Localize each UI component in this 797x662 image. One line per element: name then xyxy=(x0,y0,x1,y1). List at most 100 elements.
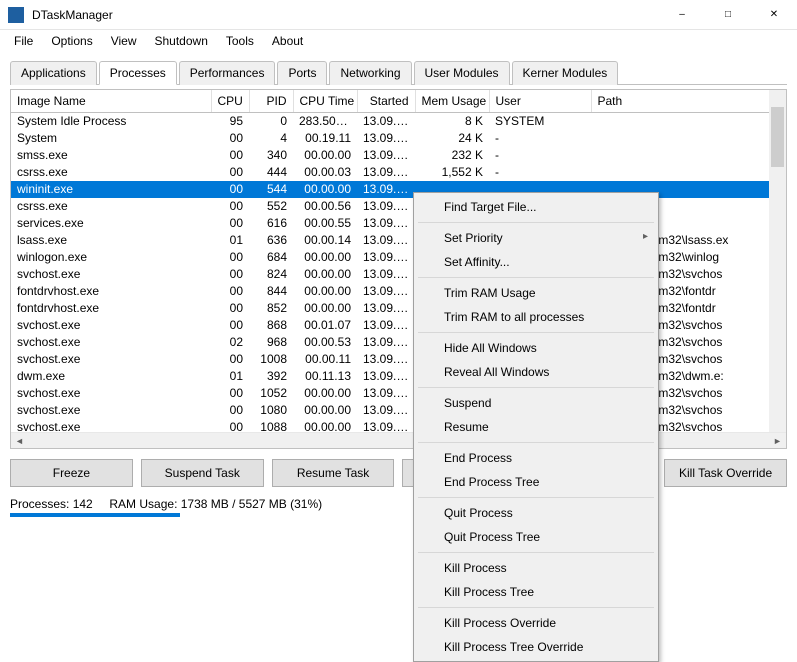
context-menu-item[interactable]: Kill Process Tree xyxy=(416,580,656,604)
column-header[interactable]: Path xyxy=(591,90,786,113)
table-cell: 00.00.00 xyxy=(293,300,357,317)
table-cell xyxy=(591,164,786,181)
table-row[interactable]: services.exe0061600.00.5513.09.50 xyxy=(11,215,786,232)
kill-task-override-button[interactable]: Kill Task Override xyxy=(664,459,787,487)
table-row[interactable]: svchost.exe00108800.00.0013.09.51dows\Sy… xyxy=(11,419,786,433)
table-cell: 00 xyxy=(211,164,249,181)
table-cell: 544 xyxy=(249,181,293,198)
table-cell: 02 xyxy=(211,334,249,351)
tab-performances[interactable]: Performances xyxy=(179,61,276,85)
table-row[interactable]: fontdrvhost.exe0084400.00.0013.09.50dows… xyxy=(11,283,786,300)
tab-networking[interactable]: Networking xyxy=(329,61,411,85)
scroll-left-icon[interactable]: ◄ xyxy=(11,433,28,450)
context-menu-item[interactable]: Hide All Windows xyxy=(416,336,656,360)
context-menu-item[interactable]: Set Affinity... xyxy=(416,250,656,274)
table-cell: 1052 xyxy=(249,385,293,402)
close-button[interactable]: ✕ xyxy=(751,0,797,30)
horizontal-scrollbar[interactable]: ◄ ► xyxy=(11,432,786,449)
table-row[interactable]: wininit.exe0054400.00.0013.09.50 xyxy=(11,181,786,198)
app-icon xyxy=(8,7,24,23)
table-cell: 00.00.55 xyxy=(293,215,357,232)
table-cell: svchost.exe xyxy=(11,266,211,283)
context-menu-item[interactable]: Kill Process Tree Override xyxy=(416,635,656,659)
context-menu-item[interactable]: End Process xyxy=(416,446,656,470)
table-row[interactable]: fontdrvhost.exe0085200.00.0013.09.50dows… xyxy=(11,300,786,317)
table-cell: 00 xyxy=(211,385,249,402)
table-cell: smss.exe xyxy=(11,147,211,164)
context-menu-item[interactable]: Suspend xyxy=(416,391,656,415)
menu-separator xyxy=(418,277,654,278)
scroll-right-icon[interactable]: ► xyxy=(769,433,786,450)
table-cell: 13.09.50 xyxy=(357,334,415,351)
table-row[interactable]: smss.exe0034000.00.0013.09.47232 K- xyxy=(11,147,786,164)
table-row[interactable]: svchost.exe0082400.00.0013.09.50dows\Sys… xyxy=(11,266,786,283)
status-processes: Processes: 142 xyxy=(10,497,93,511)
table-cell: 444 xyxy=(249,164,293,181)
tab-ports[interactable]: Ports xyxy=(277,61,327,85)
table-row[interactable]: System00400.19.1113.09.4524 K- xyxy=(11,130,786,147)
context-menu-item[interactable]: Set Priority xyxy=(416,226,656,250)
menu-about[interactable]: About xyxy=(264,32,311,50)
menu-separator xyxy=(418,497,654,498)
table-row[interactable]: svchost.exe0296800.00.5313.09.50dows\Sys… xyxy=(11,334,786,351)
column-header[interactable]: CPU xyxy=(211,90,249,113)
tab-kerner-modules[interactable]: Kerner Modules xyxy=(512,61,619,85)
context-menu-item[interactable]: Find Target File... xyxy=(416,195,656,219)
column-header[interactable]: PID xyxy=(249,90,293,113)
context-menu-item[interactable]: Reveal All Windows xyxy=(416,360,656,384)
table-cell: 13.09.49 xyxy=(357,164,415,181)
table-cell: System Idle Process xyxy=(11,113,211,130)
table-cell: 00.00.11 xyxy=(293,351,357,368)
table-row[interactable]: svchost.exe0086800.01.0713.09.50dows\Sys… xyxy=(11,317,786,334)
table-row[interactable]: csrss.exe0055200.00.5613.09.50 xyxy=(11,198,786,215)
table-row[interactable]: dwm.exe0139200.11.1313.09.50dows\System3… xyxy=(11,368,786,385)
window-title: DTaskManager xyxy=(32,8,659,22)
context-menu-item[interactable]: End Process Tree xyxy=(416,470,656,494)
column-header[interactable]: Mem Usage xyxy=(415,90,489,113)
context-menu-item[interactable]: Quit Process xyxy=(416,501,656,525)
context-menu-item[interactable]: Kill Process Override xyxy=(416,611,656,635)
context-menu-item[interactable]: Resume xyxy=(416,415,656,439)
scrollbar-thumb[interactable] xyxy=(771,107,784,167)
table-row[interactable]: svchost.exe00105200.00.0013.09.51dows\Sy… xyxy=(11,385,786,402)
table-row[interactable]: System Idle Process950283.50.4613.09.458… xyxy=(11,113,786,130)
menu-view[interactable]: View xyxy=(103,32,145,50)
table-row[interactable]: lsass.exe0163600.00.1413.09.50dows\Syste… xyxy=(11,232,786,249)
freeze-button[interactable]: Freeze xyxy=(10,459,133,487)
context-menu: Find Target File... Set PrioritySet Affin… xyxy=(413,192,659,662)
table-cell: 13.09.50 xyxy=(357,232,415,249)
column-header[interactable]: Image Name xyxy=(11,90,211,113)
table-cell: 00.01.07 xyxy=(293,317,357,334)
context-menu-item[interactable]: Kill Process xyxy=(416,556,656,580)
vertical-scrollbar[interactable] xyxy=(769,90,786,432)
table-row[interactable]: winlogon.exe0068400.00.0013.09.50dows\Sy… xyxy=(11,249,786,266)
menu-file[interactable]: File xyxy=(6,32,41,50)
context-menu-item[interactable]: Trim RAM Usage xyxy=(416,281,656,305)
table-row[interactable]: svchost.exe00100800.00.1113.09.50dows\Sy… xyxy=(11,351,786,368)
column-header[interactable]: CPU Time xyxy=(293,90,357,113)
tab-user-modules[interactable]: User Modules xyxy=(414,61,510,85)
menu-separator xyxy=(418,552,654,553)
suspend-task-button[interactable]: Suspend Task xyxy=(141,459,264,487)
table-row[interactable]: svchost.exe00108000.00.0013.09.51dows\Sy… xyxy=(11,402,786,419)
column-header[interactable]: Started xyxy=(357,90,415,113)
resume-task-button[interactable]: Resume Task xyxy=(272,459,395,487)
table-cell: 00.11.13 xyxy=(293,368,357,385)
tab-processes[interactable]: Processes xyxy=(99,61,177,85)
menu-tools[interactable]: Tools xyxy=(218,32,262,50)
menu-separator xyxy=(418,387,654,388)
maximize-button[interactable]: □ xyxy=(705,0,751,30)
table-row[interactable]: csrss.exe0044400.00.0313.09.491,552 K- xyxy=(11,164,786,181)
menu-options[interactable]: Options xyxy=(43,32,100,50)
table-cell: 868 xyxy=(249,317,293,334)
context-menu-item[interactable]: Trim RAM to all processes xyxy=(416,305,656,329)
menu-shutdown[interactable]: Shutdown xyxy=(147,32,216,50)
table-cell: 00.00.00 xyxy=(293,181,357,198)
table-cell: 01 xyxy=(211,232,249,249)
context-menu-item[interactable]: Quit Process Tree xyxy=(416,525,656,549)
tab-applications[interactable]: Applications xyxy=(10,61,97,85)
table-cell: 852 xyxy=(249,300,293,317)
table-cell: 0 xyxy=(249,113,293,130)
minimize-button[interactable]: – xyxy=(659,0,705,30)
column-header[interactable]: User xyxy=(489,90,591,113)
